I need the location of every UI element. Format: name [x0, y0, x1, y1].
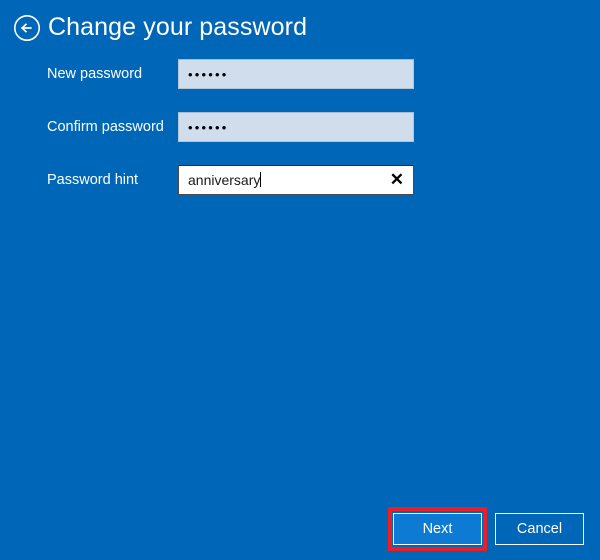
form-row-new-password: New password •••••• [0, 59, 600, 89]
password-hint-value-wrap: anniversary [188, 166, 262, 194]
back-arrow-circle-icon [14, 15, 40, 41]
confirm-password-value: •••••• [188, 120, 229, 135]
new-password-value: •••••• [188, 67, 229, 82]
password-hint-label: Password hint [47, 172, 139, 188]
close-x-icon[interactable]: ✕ [390, 166, 404, 194]
password-hint-input[interactable]: anniversary ✕ [178, 165, 414, 195]
form-row-confirm-password: Confirm password •••••• [0, 112, 600, 142]
page-title: Change your password [48, 13, 308, 41]
change-password-screen: Change your password New password ••••••… [0, 0, 600, 560]
confirm-password-input[interactable]: •••••• [178, 112, 414, 142]
text-caret [260, 172, 262, 187]
new-password-label: New password [47, 66, 143, 82]
confirm-password-label: Confirm password [47, 119, 164, 135]
next-button[interactable]: Next [393, 513, 482, 545]
cancel-button[interactable]: Cancel [495, 513, 584, 545]
password-hint-value: anniversary [188, 172, 261, 188]
header: Change your password [0, 0, 600, 56]
form-row-password-hint: Password hint anniversary ✕ [0, 165, 600, 195]
new-password-input[interactable]: •••••• [178, 59, 414, 89]
back-button[interactable] [13, 14, 41, 42]
